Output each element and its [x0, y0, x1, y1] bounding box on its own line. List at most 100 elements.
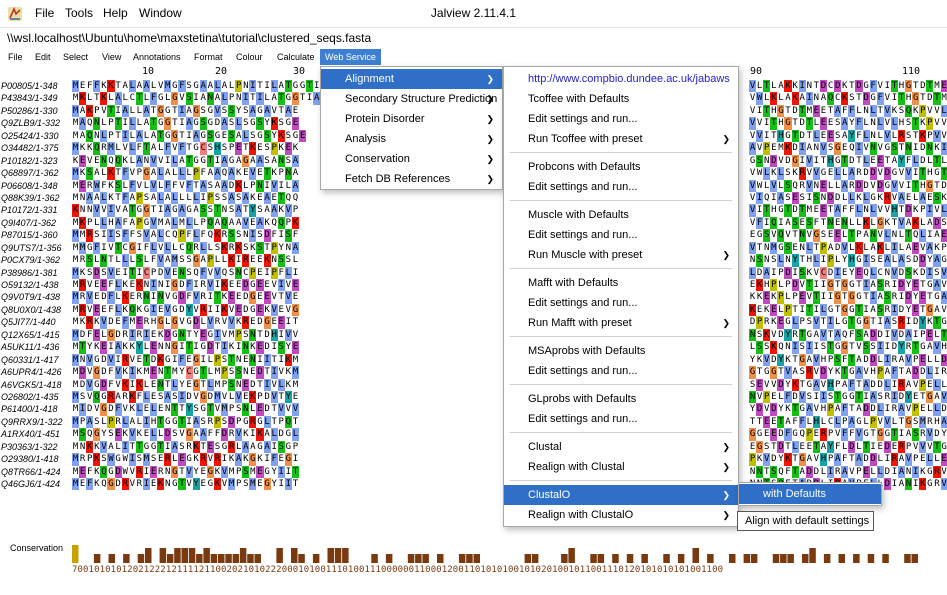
- realign-clustal-item[interactable]: Realign with Clustal ❯: [504, 457, 738, 477]
- probcons-defaults-item[interactable]: Probcons with Defaults: [504, 157, 738, 177]
- sequence-row[interactable]: VVITHGTDTLEESAYFLNLVLRSTKPVV: [749, 129, 947, 143]
- sequence-id[interactable]: P00805/1-348: [0, 80, 72, 92]
- sequence-id[interactable]: Q8TR66/1-424: [0, 466, 72, 478]
- clustalo-defaults-item[interactable]: with Defaults: [739, 484, 881, 504]
- sequence-row[interactable]: EGSVQVTNVGSEELTPANVLNLTQLIAE: [749, 229, 947, 242]
- sequence-row[interactable]: MNKKVALITTGGTIASRKTESGRLAAGAISGP: [72, 440, 502, 454]
- sequence-id[interactable]: Q9V0T9/1-438: [0, 291, 72, 303]
- sequence-row[interactable]: MNVGDVIRVETDKGIFEGILPSTNENIITIKM: [72, 353, 502, 367]
- menu-file[interactable]: File: [7, 49, 24, 65]
- menu-edit[interactable]: Edit: [34, 49, 52, 65]
- sequence-id[interactable]: A1RX40/1-451: [0, 428, 72, 440]
- sequence-id[interactable]: Q68897/1-362: [0, 167, 72, 179]
- menu-web-service[interactable]: Web Service: [320, 49, 381, 65]
- mafft-preset-item[interactable]: Run Mafft with preset ❯: [504, 313, 738, 333]
- alignment-right-block[interactable]: VLTLAKKINTDCDKTDGFVITHGTDTMEVWLKLAKAINAQ…: [749, 80, 947, 491]
- menu-select[interactable]: Select: [62, 49, 89, 65]
- sequence-row[interactable]: VVITHGTDTLEESAYFLNLVLHSTKPVV: [749, 117, 947, 130]
- sequence-row[interactable]: VTNMGSENLTPADVLKLAKLILAEVAKP: [749, 241, 947, 255]
- sequence-id[interactable]: Q8U0X0/1-438: [0, 304, 72, 316]
- msaprobs-defaults-item[interactable]: MSAprobs with Defaults: [504, 341, 738, 361]
- sequence-row[interactable]: MRPKSWGWISMSERLEGKRVRIKAKGKIFEGI: [72, 453, 502, 466]
- sequence-row[interactable]: MSVQGRARKFLESASIDVGDMVLVEKPDVTYE: [72, 390, 502, 404]
- sequence-row[interactable]: KNNVVIVATGGTIAGAGASSTNSATYSAAKVP: [72, 204, 502, 217]
- sequence-row[interactable]: AVPEMKDIANVSGEQIVNVGSTNIDNKI: [749, 142, 947, 155]
- sequence-row[interactable]: VLTLAKKINTDCDKTDGFVITHGTDTME: [749, 80, 947, 93]
- sequence-row[interactable]: MTYKEIAKKYLENNGITIGDTIKINKEDISYE: [72, 341, 502, 354]
- sequence-id[interactable]: P43843/1-349: [0, 92, 72, 104]
- sequence-id[interactable]: P0CX79/1-362: [0, 254, 72, 266]
- sequence-id[interactable]: A5UK11/1-436: [0, 341, 72, 353]
- sequence-id[interactable]: Q46GJ6/1-424: [0, 478, 72, 490]
- sequence-id[interactable]: P10172/1-331: [0, 204, 72, 216]
- muscle-edit-settings-item[interactable]: Edit settings and run...: [504, 225, 738, 245]
- sequence-id[interactable]: P30363/1-322: [0, 441, 72, 453]
- ws-menu-secondary-structure[interactable]: Secondary Structure Prediction ❯: [321, 89, 502, 109]
- sequence-id[interactable]: P87015/1-360: [0, 229, 72, 241]
- sequence-row[interactable]: MEFKQGDWVRIERNGTVYEGKVMPSMEGYIIT: [72, 465, 502, 479]
- sequence-id[interactable]: P06608/1-348: [0, 180, 72, 192]
- sequence-row[interactable]: VIQIASESISNDDLLKLGKRVAELAESK: [749, 191, 947, 205]
- sequence-id[interactable]: O29380/1-418: [0, 453, 72, 465]
- sequence-row[interactable]: MPASLPRLALIHTGGTIASRPSDPGRGLTPQT: [72, 415, 502, 429]
- msaprobs-edit-settings-item[interactable]: Edit settings and run...: [504, 361, 738, 381]
- sequence-row[interactable]: MNAALKTFAPSALALLLLIPSSASAKEAETQQ: [72, 191, 502, 205]
- ws-menu-conservation[interactable]: Conservation ❯: [321, 149, 502, 169]
- menu-annotations[interactable]: Annotations: [132, 49, 182, 65]
- tcoffee-preset-item[interactable]: Run Tcoffee with preset ❯: [504, 129, 738, 149]
- sequence-row[interactable]: MRSLNTLLLSLFVAMSSGAPLLKIREEKNSSL: [72, 254, 502, 267]
- sequence-id[interactable]: A6UPR4/1-426: [0, 366, 72, 378]
- sequence-id[interactable]: Q88K39/1-362: [0, 192, 72, 204]
- sequence-row[interactable]: VFIQIASESFTNENLLKLGKTVAKLADS: [749, 216, 947, 230]
- sequence-row[interactable]: LSSKQNISIISTGGTVSSIIDYRTGAVH: [749, 341, 947, 354]
- sequence-id[interactable]: Q60331/1-417: [0, 354, 72, 366]
- menu-format[interactable]: Format: [193, 49, 224, 65]
- menu-colour[interactable]: Colour: [235, 49, 264, 65]
- sequence-row[interactable]: MEFKQGDRVRIEKNGTVYEGKVMPSMEGYIIT: [72, 478, 502, 491]
- sequence-row[interactable]: NSKVDYRTGAVTAQFSADDIVDAIPELT: [749, 328, 947, 342]
- sequence-row[interactable]: NVPELFDVSIISTGGTIASRIDYETGAV: [749, 390, 947, 404]
- muscle-defaults-item[interactable]: Muscle with Defaults: [504, 205, 738, 225]
- sequence-row[interactable]: DPRKEGLPSVTILGTGGTIASRIDYKTG: [749, 316, 947, 329]
- sequence-row[interactable]: VITHGTDTMEETAFFLNLVVHTDKPIVL: [749, 204, 947, 217]
- sequence-row[interactable]: VWLVLSQRVNELLARDDVDGVVITHGTD: [749, 179, 947, 192]
- sequence-row[interactable]: MDVGDFVKIKMENTMYCGTLMPSSNEDTIVKM: [72, 366, 502, 379]
- sequence-row[interactable]: MRVEDFLKERNINVGDFVRITKEEDGEEVTVE: [72, 291, 502, 304]
- sequence-id[interactable]: P38986/1-381: [0, 267, 72, 279]
- probcons-edit-settings-item[interactable]: Edit settings and run...: [504, 177, 738, 197]
- menu-calculate[interactable]: Calculate: [276, 49, 316, 65]
- sequence-row[interactable]: GGEEDFGQPERPVFFVGTGGTIASRVDY: [749, 428, 947, 441]
- sequence-row[interactable]: VITHGTDTMEETAFFLNLTVKSQKPVVL: [749, 104, 947, 118]
- sequence-id[interactable]: A6VGK5/1-418: [0, 379, 72, 391]
- sequence-row[interactable]: SEVVDYKTGAVHPAFTADDLIRAVPELL: [749, 378, 947, 391]
- sequence-id[interactable]: Q9UTS7/1-356: [0, 242, 72, 254]
- sequence-row[interactable]: MMGFIVTCGIFLVLLCQRLLSKRKSKSTPYNA: [72, 241, 502, 255]
- menu-view[interactable]: View: [101, 49, 122, 65]
- tcoffee-defaults-item[interactable]: Tcoffee with Defaults: [504, 89, 738, 109]
- sequence-row[interactable]: YKVDYKTGAVHPSFTADDLIRAVPELLD: [749, 353, 947, 367]
- sequence-row[interactable]: KEKELPTITILGTGGTIASRIDYETGAV: [749, 303, 947, 317]
- sequence-row[interactable]: LDAIPDISKVCDIEYEQLCNVDSKDISV: [749, 266, 947, 280]
- sequence-row[interactable]: PKVDYKTGAVHPAFTADDLIRAVPELLE: [749, 453, 947, 466]
- mafft-defaults-item[interactable]: Mafft with Defaults: [504, 273, 738, 293]
- sequence-id-panel[interactable]: P00805/1-348 P43843/1-349 P50286/1-330 Q9ZL…: [0, 80, 72, 490]
- sequence-row[interactable]: NSNSLNYTHLIPLYHGISEALASDDYAG: [749, 254, 947, 267]
- sequence-row[interactable]: MIDVGDFVKLELENTTYSGTVMPSNLEDTVVV: [72, 403, 502, 416]
- ws-menu-alignment[interactable]: Alignment ❯: [321, 69, 502, 89]
- sequence-id[interactable]: Q5JI77/1-440: [0, 316, 72, 328]
- sequence-row[interactable]: GSNDVDGIVITHGTDTLEETAYFLDLTL: [749, 154, 947, 168]
- ws-menu-analysis[interactable]: Analysis ❯: [321, 129, 502, 149]
- sequence-id[interactable]: O34482/1-375: [0, 142, 72, 154]
- sequence-id[interactable]: O25424/1-330: [0, 130, 72, 142]
- sequence-row[interactable]: VWLKLSKRVVGELLARDDVDGVVITHGT: [749, 167, 947, 180]
- sequence-row[interactable]: NNTSQFTADDLIRAVPELLDIANIKGRV: [749, 465, 947, 479]
- sequence-row[interactable]: TTEETAFFLHLCLPAGLPVVLTGSMRHA: [749, 415, 947, 429]
- sequence-row[interactable]: YDVDYKTGAVHPAFTADDLIRAVPELLD: [749, 403, 947, 416]
- sequence-id[interactable]: Q9RRX9/1-322: [0, 416, 72, 428]
- tcoffee-edit-settings-item[interactable]: Edit settings and run...: [504, 109, 738, 129]
- clustalo-item[interactable]: ClustalO ❯: [504, 485, 738, 505]
- sequence-row[interactable]: MDFELGDRIRIEKDGNTYEGIVMPSNTDHIVV: [72, 328, 502, 342]
- sequence-row[interactable]: GTGGTVASRVDYKTGAVHPAFTADDLIR: [749, 366, 947, 379]
- sequence-row[interactable]: EGSTDTLEETAYFLDLTIEDERPVVVTG: [749, 440, 947, 454]
- sequence-row[interactable]: MRVEEFLKEKNINIGDFIRVIKEEDGEEVIVE: [72, 279, 502, 292]
